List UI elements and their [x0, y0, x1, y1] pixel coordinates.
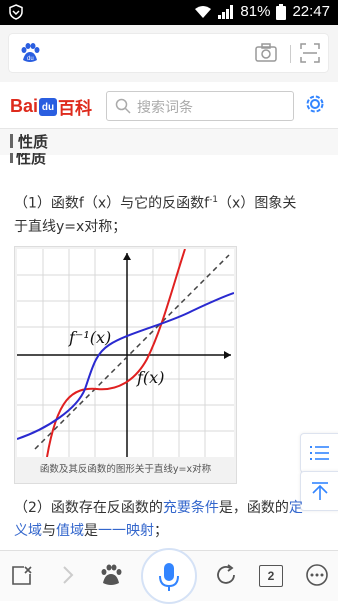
- paragraph-1: （1）函数f（x）与它的反函数f-1（x）图象关 于直线y=x对称；: [14, 195, 297, 235]
- link-sufficient-necessary[interactable]: 充要条件: [163, 500, 219, 516]
- battery-icon: [276, 3, 287, 20]
- link-domain-cont[interactable]: 义域: [14, 523, 42, 539]
- function-graph: f⁻¹(x) f(x): [17, 249, 234, 457]
- section-title: 性质: [18, 133, 49, 151]
- scan-icon[interactable]: [300, 43, 320, 63]
- svg-text:du: du: [27, 56, 34, 62]
- settings-icon[interactable]: [304, 93, 326, 115]
- tabs-button[interactable]: 2: [259, 565, 283, 587]
- signal-icon: [218, 4, 234, 19]
- toc-button[interactable]: [300, 433, 338, 473]
- camera-icon[interactable]: [255, 43, 277, 63]
- browser-toolbar: du: [0, 25, 338, 82]
- baidu-baike-logo[interactable]: Bai du 百科: [10, 94, 92, 119]
- paragraph-2: （2）函数存在反函数的充要条件是，函数的定 义域与值域是一一映射；: [14, 500, 303, 539]
- status-bar: 81% 22:47: [0, 0, 338, 25]
- security-shield-icon: [9, 4, 23, 20]
- divider: [290, 45, 291, 63]
- list-icon: [310, 446, 329, 460]
- inverse-label: f⁻¹(x): [68, 328, 111, 347]
- microphone-icon: [159, 563, 179, 591]
- section-heading-partial: 性质: [10, 153, 46, 167]
- f-label: f(x): [136, 368, 164, 387]
- section-header: 性质: [0, 129, 338, 155]
- section-marker: [10, 134, 13, 148]
- search-icon: [115, 98, 131, 114]
- search-placeholder: 搜索词条: [137, 100, 193, 116]
- address-bar[interactable]: du: [9, 34, 328, 72]
- voice-search-button[interactable]: [141, 548, 197, 604]
- more-menu-icon[interactable]: [305, 563, 329, 587]
- search-input[interactable]: 搜索词条: [106, 91, 294, 121]
- close-page-icon[interactable]: [10, 563, 34, 587]
- function-graph-figure[interactable]: f⁻¹(x) f(x) 函数及其反函数的图形关于直线y=x对称: [14, 246, 237, 484]
- clock: 22:47: [292, 3, 330, 20]
- baidu-home-icon[interactable]: [99, 563, 123, 587]
- link-one-to-one[interactable]: 一一映射: [98, 523, 154, 539]
- tab-count: 2: [267, 569, 275, 583]
- battery-percent: 81%: [240, 3, 271, 20]
- baike-header: Bai du 百科 搜索词条: [0, 82, 338, 129]
- figure-caption: 函数及其反函数的图形关于直线y=x对称: [39, 464, 212, 475]
- link-domain[interactable]: 定: [289, 500, 303, 516]
- link-range[interactable]: 值域: [56, 523, 84, 539]
- baidu-paw-icon: du: [21, 43, 40, 62]
- wifi-icon: [195, 5, 212, 18]
- forward-icon[interactable]: [58, 563, 78, 587]
- refresh-icon[interactable]: [214, 563, 238, 587]
